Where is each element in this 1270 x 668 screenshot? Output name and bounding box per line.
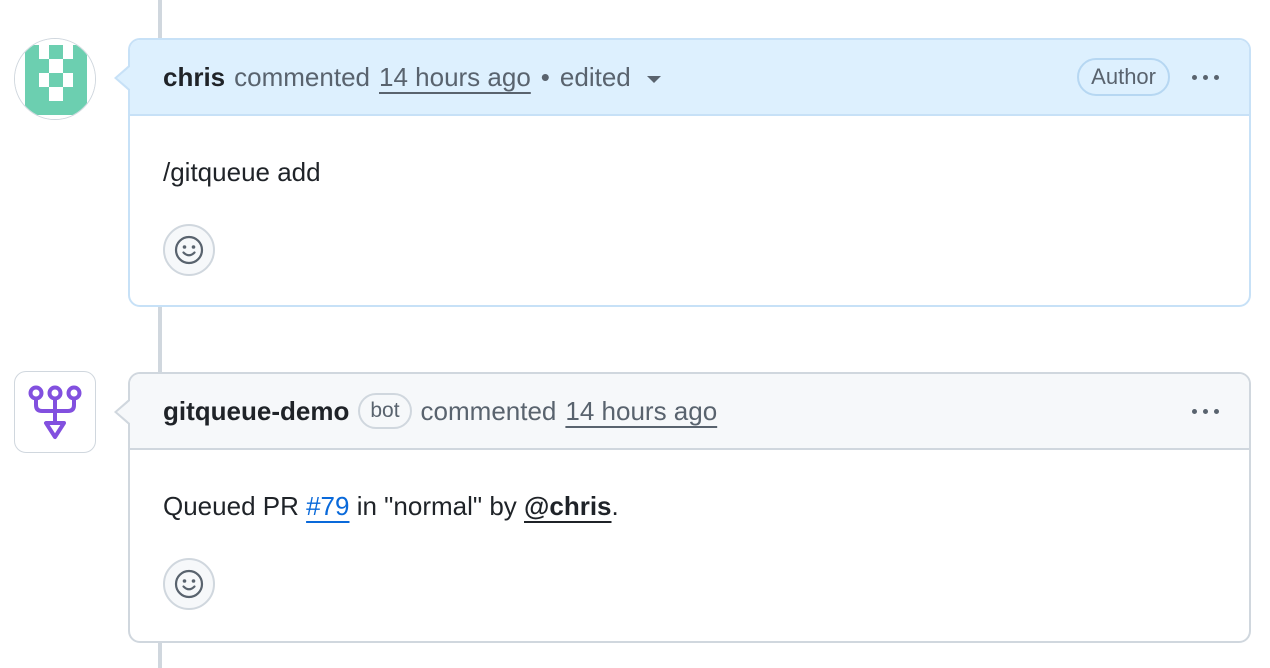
author-username[interactable]: chris (163, 62, 225, 93)
comment-bot: gitqueue-demo bot commented 14 hours ago… (114, 372, 1251, 643)
pr-link[interactable]: #79 (306, 491, 349, 521)
avatar-gitqueue-demo[interactable] (14, 371, 96, 453)
author-badge: Author (1077, 58, 1170, 96)
comment-pointer-fill (117, 66, 131, 90)
comment-header: gitqueue-demo bot commented 14 hours ago (130, 374, 1249, 450)
user-mention[interactable]: @chris (524, 491, 612, 521)
edited-label: edited (559, 61, 631, 92)
avatar-chris[interactable] (14, 38, 96, 120)
comment-text: Queued PR #79 in "normal" by @chris. (163, 450, 1216, 522)
comment-author: chris commented 14 hours ago • edited Au… (114, 38, 1251, 307)
edited-dropdown[interactable]: edited (560, 62, 661, 93)
add-reaction-button[interactable] (163, 224, 215, 276)
chevron-down-icon (646, 75, 661, 83)
smiley-icon (174, 235, 204, 265)
comment-pointer-fill (117, 400, 131, 424)
action-text: commented (420, 395, 557, 426)
identicon-avatar (15, 39, 95, 119)
comment-body: /gitqueue add (130, 116, 1249, 276)
separator-dot: • (540, 61, 550, 92)
kebab-menu-icon[interactable] (1192, 408, 1219, 414)
bot-username[interactable]: gitqueue-demo (163, 396, 349, 427)
action-text: commented (234, 61, 370, 92)
bot-badge: bot (358, 393, 412, 429)
comment-meta: chris commented 14 hours ago • edited (163, 62, 661, 93)
comment-meta: gitqueue-demo bot commented 14 hours ago (163, 393, 717, 429)
comment-body: Queued PR #79 in "normal" by @chris. (130, 450, 1249, 610)
smiley-icon (174, 569, 204, 599)
body-middle: in "normal" by (349, 491, 525, 521)
add-reaction-button[interactable] (163, 558, 215, 610)
comment-timestamp[interactable]: 14 hours ago (565, 396, 717, 427)
body-prefix: Queued PR (163, 491, 307, 521)
kebab-menu-icon[interactable] (1192, 74, 1219, 80)
merge-queue-icon (28, 385, 82, 439)
comment-text: /gitqueue add (163, 157, 321, 187)
comment-header: chris commented 14 hours ago • edited Au… (130, 40, 1249, 116)
comment-timestamp[interactable]: 14 hours ago (379, 62, 531, 93)
body-suffix: . (611, 491, 619, 521)
